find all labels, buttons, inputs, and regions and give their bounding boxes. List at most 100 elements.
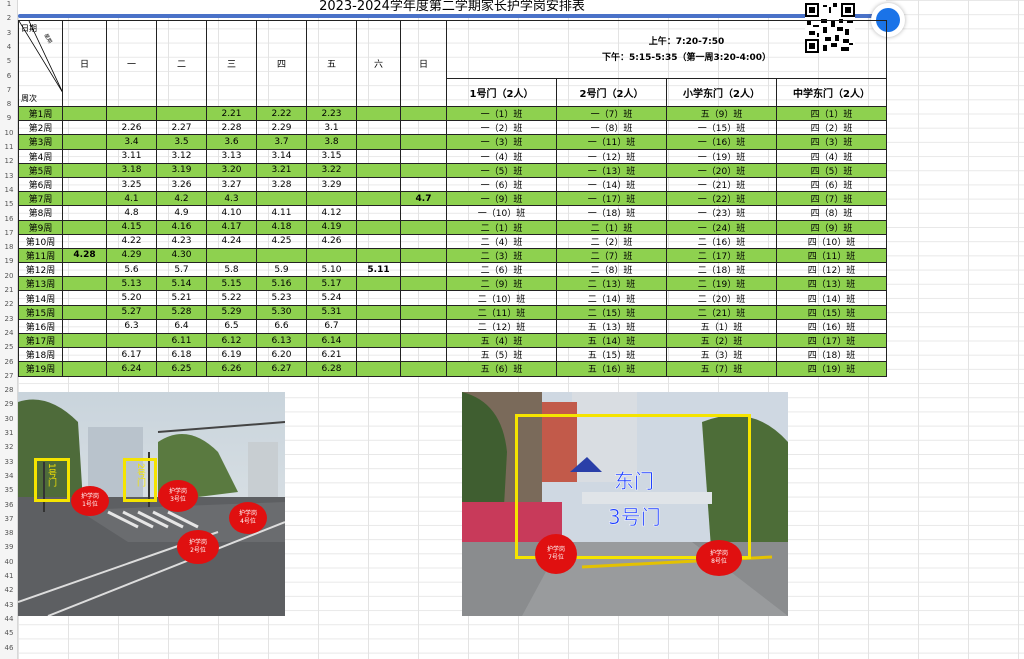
row-number[interactable]: 2 [0,14,18,22]
date-cell[interactable] [400,247,447,264]
gate-class-cell[interactable]: 五（3）班 [666,347,777,363]
row-number[interactable]: 39 [0,543,18,551]
gate-class-cell[interactable]: 一（15）班 [666,120,777,136]
date-cell[interactable] [356,219,401,235]
gate-class-cell[interactable]: 二（1）班 [446,219,557,235]
row-number[interactable]: 42 [0,586,18,594]
date-cell[interactable]: 5.13 [106,276,157,292]
week-cell[interactable]: 第6周 [18,176,63,193]
row-number[interactable]: 21 [0,286,18,294]
gate-class-cell[interactable]: 一（20）班 [666,162,777,178]
row-number[interactable]: 25 [0,343,18,351]
week-cell[interactable]: 第3周 [18,134,63,150]
date-cell[interactable] [62,290,107,306]
gate-class-cell[interactable]: 二（20）班 [666,290,777,306]
date-cell[interactable]: 6.21 [306,347,357,363]
date-cell[interactable]: 5.9 [256,262,307,278]
week-cell[interactable]: 第18周 [18,347,63,363]
date-cell[interactable]: 5.27 [106,304,157,320]
date-cell[interactable]: 4.18 [256,219,307,235]
gate-class-cell[interactable]: 五（4）班 [446,332,557,349]
date-cell[interactable]: 6.20 [256,347,307,363]
gate-class-cell[interactable]: 二（6）班 [446,262,557,278]
gate-class-cell[interactable]: 一（7）班 [556,105,667,122]
gate-class-cell[interactable]: 五（7）班 [666,361,777,377]
week-cell[interactable]: 第9周 [18,219,63,235]
date-cell[interactable]: 5.21 [156,290,207,306]
row-number[interactable]: 37 [0,515,18,523]
date-cell[interactable]: 4.26 [306,233,357,249]
row-number[interactable]: 40 [0,558,18,566]
date-cell[interactable] [356,304,401,320]
row-number[interactable]: 28 [0,386,18,394]
gate-class-cell[interactable]: 一（5）班 [446,162,557,178]
date-cell[interactable]: 4.22 [106,233,157,249]
gate-class-cell[interactable]: 四（9）班 [776,219,887,235]
gate-class-cell[interactable]: 二（19）班 [666,276,777,292]
date-cell[interactable] [156,105,207,122]
date-cell[interactable]: 2.27 [156,120,207,136]
gate-class-cell[interactable]: 二（18）班 [666,262,777,278]
date-cell[interactable] [356,120,401,136]
row-number[interactable]: 7 [0,86,18,94]
date-cell[interactable] [356,191,401,207]
row-number[interactable]: 46 [0,644,18,652]
date-cell[interactable]: 5.11 [356,262,401,278]
date-cell[interactable] [356,205,401,221]
date-cell[interactable]: 2.29 [256,120,307,136]
date-cell[interactable]: 3.12 [156,148,207,164]
date-cell[interactable] [256,247,307,264]
date-cell[interactable]: 4.19 [306,219,357,235]
gate-class-cell[interactable]: 一（17）班 [556,191,667,207]
date-cell[interactable] [62,162,107,178]
gate-class-cell[interactable]: 四（13）班 [776,276,887,292]
gate-class-cell[interactable]: 二（11）班 [446,304,557,320]
gate-class-cell[interactable]: 一（23）班 [666,205,777,221]
gate-class-cell[interactable]: 四（10）班 [776,233,887,249]
date-cell[interactable]: 3.6 [206,134,257,150]
date-cell[interactable]: 5.24 [306,290,357,306]
date-cell[interactable]: 4.12 [306,205,357,221]
date-cell[interactable]: 5.6 [106,262,157,278]
gate-class-cell[interactable]: 二（14）班 [556,290,667,306]
date-cell[interactable]: 6.4 [156,318,207,335]
date-cell[interactable]: 2.28 [206,120,257,136]
date-cell[interactable]: 5.28 [156,304,207,320]
date-cell[interactable] [356,148,401,164]
date-cell[interactable] [356,347,401,363]
date-cell[interactable]: 6.6 [256,318,307,335]
row-number[interactable]: 3 [0,29,18,37]
date-cell[interactable] [400,361,447,377]
date-cell[interactable]: 4.10 [206,205,257,221]
date-cell[interactable] [62,332,107,349]
photo-intersection[interactable]: 1号门 2号门 护学岗 1号位 护学岗 3号位 护学岗 4号位 护学岗 2号位 [18,392,285,616]
row-number[interactable]: 16 [0,215,18,223]
date-cell[interactable]: 5.30 [256,304,307,320]
gate-class-cell[interactable]: 二（4）班 [446,233,557,249]
gate-class-cell[interactable]: 一（3）班 [446,134,557,150]
date-cell[interactable]: 5.31 [306,304,357,320]
week-cell[interactable]: 第7周 [18,191,63,207]
row-number[interactable]: 27 [0,372,18,380]
gate-class-cell[interactable]: 四（2）班 [776,120,887,136]
row-number[interactable]: 9 [0,114,18,122]
gate-class-cell[interactable]: 四（4）班 [776,148,887,164]
row-number[interactable]: 31 [0,429,18,437]
date-cell[interactable]: 3.22 [306,162,357,178]
gate-class-cell[interactable]: 一（22）班 [666,191,777,207]
photo-east-gate[interactable]: 东门 3号门 护学岗 7号位 护学岗 8号位 [462,392,788,616]
date-cell[interactable]: 2.21 [206,105,257,122]
gate-class-cell[interactable]: 四（16）班 [776,318,887,335]
gate-class-cell[interactable]: 二（10）班 [446,290,557,306]
date-cell[interactable]: 5.7 [156,262,207,278]
date-cell[interactable]: 3.21 [256,162,307,178]
date-cell[interactable] [62,347,107,363]
date-cell[interactable] [256,191,307,207]
date-cell[interactable]: 2.26 [106,120,157,136]
date-cell[interactable]: 4.2 [156,191,207,207]
date-cell[interactable] [356,233,401,249]
date-cell[interactable]: 3.5 [156,134,207,150]
gate-class-cell[interactable]: 四（8）班 [776,205,887,221]
gate-class-cell[interactable]: 一（12）班 [556,148,667,164]
date-cell[interactable]: 2.22 [256,105,307,122]
